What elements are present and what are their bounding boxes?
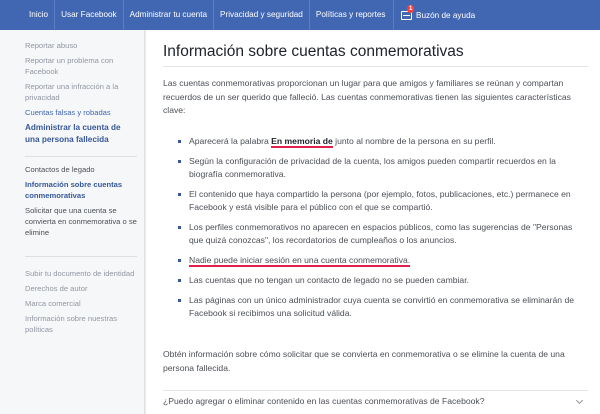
faq-expander[interactable]: ¿Puedo agregar o eliminar contenido en l…	[163, 396, 588, 410]
page-title: Información sobre cuentas conmemorativas	[163, 43, 464, 60]
faq-divider	[163, 390, 588, 391]
article-content: Información sobre cuentas conmemorativas…	[146, 30, 600, 414]
bullet-text-pre: Aparecerá la palabra	[189, 136, 272, 146]
top-navigation-bar: Inicio Usar Facebook Administrar tu cuen…	[0, 0, 600, 30]
list-item: Las cuentas que no tengan un contacto de…	[178, 274, 583, 287]
list-item: Los perfiles conmemorativos no aparecen …	[178, 221, 583, 247]
outro-paragraph: Obtén información sobre cómo solicitar q…	[163, 349, 565, 373]
support-inbox-label: Buzón de ayuda	[416, 10, 476, 20]
sidebar-item-solicitar-conmemorativa[interactable]: Solicitar que una cuenta se convierta en…	[25, 205, 137, 238]
list-item: Según la configuración de privacidad de …	[178, 155, 583, 181]
faq-question: ¿Puedo agregar o eliminar contenido en l…	[163, 396, 485, 406]
chevron-down-icon	[575, 396, 584, 405]
memorial-label: En memoria de	[271, 136, 333, 148]
sidebar-item-politicas[interactable]: Información sobre nuestras políticas	[25, 313, 137, 335]
sidebar-item-cuentas-falsas[interactable]: Cuentas falsas y robadas	[25, 107, 137, 118]
list-item: Nadie puede iniciar sesión en una cuenta…	[178, 254, 583, 267]
key-features-list: Aparecerá la palabra En memoria de junto…	[178, 135, 583, 327]
sidebar-divider	[25, 256, 137, 257]
sidebar-report-group: Reportar abuso Reportar un problema con …	[25, 40, 137, 149]
nav-administrar-cuenta[interactable]: Administrar tu cuenta	[122, 0, 213, 30]
top-nav-links: Inicio Usar Facebook Administrar tu cuen…	[23, 0, 392, 30]
title-divider	[163, 66, 588, 67]
sidebar-item-marca-comercial[interactable]: Marca comercial	[25, 298, 137, 309]
bullet-text-post: junto al nombre de la persona en su perf…	[332, 136, 496, 146]
inbox-icon: 1	[401, 4, 415, 20]
no-login-text: Nadie puede iniciar sesión en una cuenta…	[189, 255, 411, 267]
sidebar-item-persona-fallecida[interactable]: Administrar la cuenta de una persona fal…	[25, 122, 137, 145]
sidebar-item-reportar-abuso[interactable]: Reportar abuso	[25, 40, 137, 51]
sidebar-item-contactos-legado[interactable]: Contactos de legado	[25, 164, 137, 175]
intro-paragraph: Las cuentas conmemorativas proporcionan …	[163, 78, 571, 115]
support-inbox-link[interactable]: 1 Buzón de ayuda	[393, 0, 475, 30]
sidebar-other-group: Subir tu documento de identidad Derechos…	[25, 268, 137, 339]
sidebar-item-reportar-problema[interactable]: Reportar un problema con Facebook	[25, 55, 137, 77]
list-item: Las páginas con un único administrador c…	[178, 294, 583, 320]
sidebar-item-derechos-autor[interactable]: Derechos de autor	[25, 283, 137, 294]
sidebar-subsection: Contactos de legado Información sobre cu…	[25, 164, 137, 242]
notification-badge: 1	[407, 4, 415, 13]
nav-privacidad-seguridad[interactable]: Privacidad y seguridad	[213, 0, 309, 30]
nav-usar-facebook[interactable]: Usar Facebook	[54, 0, 123, 30]
nav-inicio[interactable]: Inicio	[23, 0, 54, 30]
list-item: Aparecerá la palabra En memoria de junto…	[178, 135, 583, 148]
sidebar-item-reportar-privacidad[interactable]: Reportar una infracción a la privacidad	[25, 81, 137, 103]
sidebar-divider	[25, 156, 137, 157]
help-sidebar: Reportar abuso Reportar un problema con …	[0, 30, 145, 414]
sidebar-item-cuentas-conmemorativas[interactable]: Información sobre cuentas conmemorativas	[25, 179, 137, 201]
sidebar-item-documento-identidad[interactable]: Subir tu documento de identidad	[25, 268, 137, 279]
nav-politicas-reportes[interactable]: Políticas y reportes	[308, 0, 392, 30]
list-item: El contenido que haya compartido la pers…	[178, 188, 583, 214]
